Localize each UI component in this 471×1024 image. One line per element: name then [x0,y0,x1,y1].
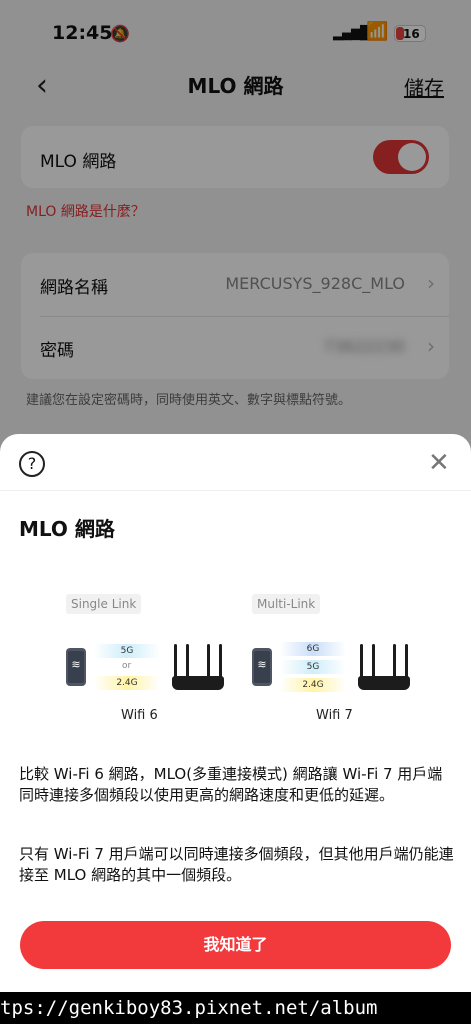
sheet-title: MLO 網路 [19,517,115,541]
multi-link-tag: Multi-Link [252,594,321,614]
router-icon [358,642,410,690]
band-5g: 5G [94,644,160,658]
router-icon [172,642,224,690]
description-paragraph-2: 只有 Wi-Fi 7 用戶端可以同時連接多個頻段，但其他用戶端仍能連接至 MLO… [19,845,454,884]
wifi6-label: Wifi 6 [121,708,158,723]
close-icon[interactable]: ✕ [428,448,450,478]
single-link-tag: Single Link [66,594,142,614]
phone-icon: ≋ [66,648,86,686]
band-2-4g: 2.4G [94,676,160,690]
or-separator: or [122,661,132,671]
description-paragraph-1: 比較 Wi-Fi 6 網路，MLO(多重連接模式) 網路讓 Wi-Fi 7 用戶… [19,765,443,804]
watermark: tps://genkiboy83.pixnet.net/album [0,992,471,1024]
band-5g: 5G [280,660,346,674]
got-it-button[interactable]: 我知道了 [20,921,451,969]
question-icon: ? [19,451,45,477]
band-2-4g: 2.4G [280,678,346,692]
phone-icon: ≋ [252,648,272,686]
mlo-info-sheet: ? ✕ MLO 網路 Single Link ≋ 5G or 2.4G Wifi… [0,434,471,1024]
band-6g: 6G [280,642,346,656]
wifi7-label: Wifi 7 [316,708,353,723]
